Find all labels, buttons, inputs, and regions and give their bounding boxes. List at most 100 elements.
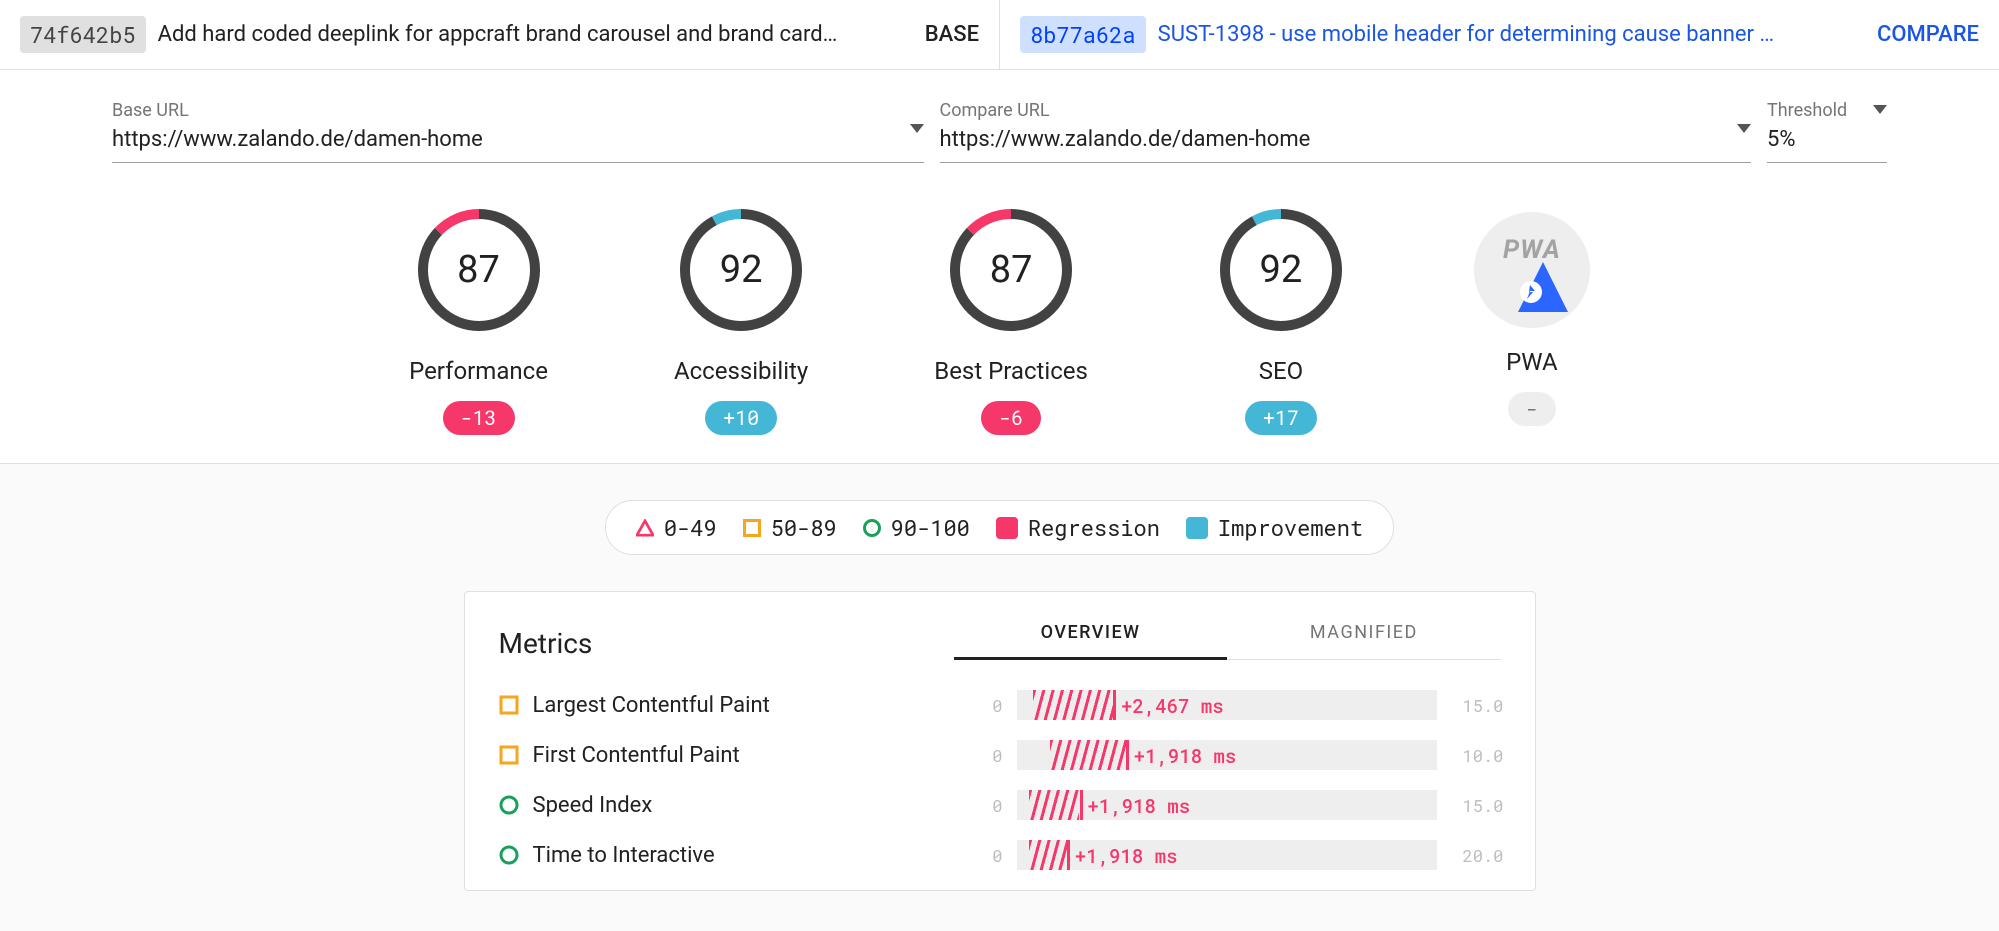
legend: 0-49 50-89 90-100 Regression Improvement: [605, 500, 1394, 555]
legend-improvement-label: Improvement: [1218, 513, 1363, 542]
metric-marker: [1067, 840, 1070, 870]
metric-row[interactable]: Largest Contentful Paint0+2,467 ms15.0: [499, 680, 1501, 730]
gauge-diff-badge: -: [1508, 392, 1556, 426]
compare-commit[interactable]: 8b77a62a SUST-1398 - use mobile header f…: [999, 0, 1999, 69]
chevron-down-icon: [910, 124, 924, 133]
legend-mid-label: 50-89: [771, 513, 837, 542]
gauge-ring: 87: [944, 203, 1078, 337]
square-icon: [499, 745, 519, 765]
gauge-label: SEO: [1259, 357, 1303, 385]
gauge-accessibility[interactable]: 92 Accessibility +10: [674, 203, 808, 435]
metric-range: [1050, 740, 1126, 770]
metric-range: [1029, 790, 1079, 820]
metric-delta: +1,918 ms: [1088, 794, 1191, 819]
metric-min: 0: [953, 744, 1003, 767]
pwa-fast-badge-icon: [1518, 262, 1568, 312]
gauge-label: Accessibility: [674, 357, 808, 385]
chevron-down-icon: [1737, 124, 1751, 133]
legend-low-label: 0-49: [664, 513, 717, 542]
metric-row[interactable]: First Contentful Paint 0 +1,918 ms 10.0: [499, 730, 1501, 780]
compare-commit-hash: 8b77a62a: [1020, 16, 1146, 53]
metric-name: Largest Contentful Paint: [533, 693, 939, 718]
metric-name: Speed Index: [533, 793, 939, 818]
gauge-best-practices[interactable]: 87 Best Practices -6: [934, 203, 1088, 435]
circle-icon: [499, 795, 519, 815]
metric-bar: +1,918 ms: [1017, 740, 1437, 770]
gauge-label: PWA: [1506, 348, 1558, 376]
tab-magnified[interactable]: MAGNIFIED: [1227, 622, 1500, 660]
improvement-swatch-icon: [1186, 517, 1208, 539]
metrics-card: Metrics OVERVIEW MAGNIFIED Largest Conte…: [464, 591, 1536, 891]
compare-url-value: https://www.zalando.de/damen-home: [940, 125, 1752, 163]
score-gauges: 87 Performance -13 92 Accessibility +10 87 Best…: [0, 203, 1999, 463]
metric-marker: [1080, 790, 1083, 820]
gauge-diff-badge: +17: [1245, 401, 1317, 435]
base-url-field[interactable]: Base URL https://www.zalando.de/damen-ho…: [112, 100, 924, 163]
gauge-diff-badge: -6: [981, 401, 1041, 435]
gauge-performance[interactable]: 87 Performance -13: [409, 203, 548, 435]
metric-range: [1029, 840, 1067, 870]
gauge-label: Performance: [409, 357, 548, 385]
gauge-diff-badge: +10: [705, 401, 777, 435]
gauge-ring: 87: [412, 203, 546, 337]
base-url-value: https://www.zalando.de/damen-home: [112, 125, 924, 163]
gauge-score: 87: [412, 203, 546, 337]
metric-row[interactable]: Time to Interactive0+1,918 ms20.0: [499, 830, 1501, 880]
gauge-label: Best Practices: [934, 357, 1088, 385]
gauge-seo[interactable]: 92 SEO +17: [1214, 203, 1348, 435]
gauge-score: 92: [674, 203, 808, 337]
metrics-list: Largest Contentful Paint 0 +2,467 ms 15.0 Fi…: [499, 660, 1501, 880]
base-commit[interactable]: 74f642b5 Add hard coded deeplink for app…: [0, 0, 999, 69]
gauge-ring: 92: [1214, 203, 1348, 337]
metric-min: 0: [953, 844, 1003, 867]
metric-delta: +1,918 ms: [1134, 744, 1237, 769]
metric-bar: +2,467 ms: [1017, 690, 1437, 720]
chevron-down-icon: [1873, 105, 1887, 114]
legend-high-label: 90-100: [891, 513, 970, 542]
gauge-pwa[interactable]: PWA PWA -: [1474, 203, 1590, 435]
gauge-diff-badge: -13: [443, 401, 515, 435]
regression-swatch-icon: [996, 517, 1018, 539]
tab-overview[interactable]: OVERVIEW: [954, 622, 1227, 660]
base-url-label: Base URL: [112, 100, 924, 121]
gauge-ring: PWA: [1474, 212, 1590, 328]
compare-commit-message: SUST-1398 - use mobile header for determ…: [1158, 22, 1865, 47]
pwa-text-icon: PWA: [1503, 235, 1561, 265]
threshold-value: 5%: [1767, 125, 1887, 163]
threshold-field[interactable]: Threshold 5%: [1767, 100, 1887, 163]
metric-max: 20.0: [1451, 844, 1501, 867]
metrics-card-header: Metrics OVERVIEW MAGNIFIED: [499, 622, 1501, 660]
gauge-score: 92: [1214, 203, 1348, 337]
metric-max: 15.0: [1451, 694, 1501, 717]
metric-delta: +1,918 ms: [1075, 844, 1178, 869]
metric-bar: +1,918 ms: [1017, 790, 1437, 820]
circle-icon: [863, 519, 881, 537]
commits-header: 74f642b5 Add hard coded deeplink for app…: [0, 0, 1999, 70]
legend-and-metrics-area: 0-49 50-89 90-100 Regression Improvement…: [0, 463, 1999, 931]
triangle-icon: [636, 519, 654, 537]
gauge-score: 87: [944, 203, 1078, 337]
square-icon: [499, 695, 519, 715]
metrics-title: Metrics: [499, 627, 954, 660]
metric-marker: [1126, 740, 1129, 770]
compare-tag-label: COMPARE: [1877, 22, 1979, 47]
metric-max: 15.0: [1451, 794, 1501, 817]
metrics-tabs: OVERVIEW MAGNIFIED: [954, 622, 1501, 660]
base-commit-message: Add hard coded deeplink for appcraft bra…: [158, 22, 913, 47]
metric-name: First Contentful Paint: [533, 743, 939, 768]
metric-range: [1033, 690, 1113, 720]
compare-url-label: Compare URL: [940, 100, 1752, 121]
legend-regression: Regression: [996, 513, 1160, 542]
metric-max: 10.0: [1451, 744, 1501, 767]
legend-low: 0-49: [636, 513, 717, 542]
compare-url-field[interactable]: Compare URL https://www.zalando.de/damen…: [940, 100, 1752, 163]
gauge-ring: 92: [674, 203, 808, 337]
metric-row[interactable]: Speed Index 0 +1,918 ms 15.0: [499, 780, 1501, 830]
metric-min: 0: [953, 794, 1003, 817]
base-tag-label: BASE: [925, 22, 979, 47]
square-icon: [743, 519, 761, 537]
legend-regression-label: Regression: [1028, 513, 1160, 542]
metric-delta: +2,467 ms: [1121, 694, 1224, 719]
circle-icon: [499, 845, 519, 865]
url-selectors: Base URL https://www.zalando.de/damen-ho…: [0, 70, 1999, 203]
